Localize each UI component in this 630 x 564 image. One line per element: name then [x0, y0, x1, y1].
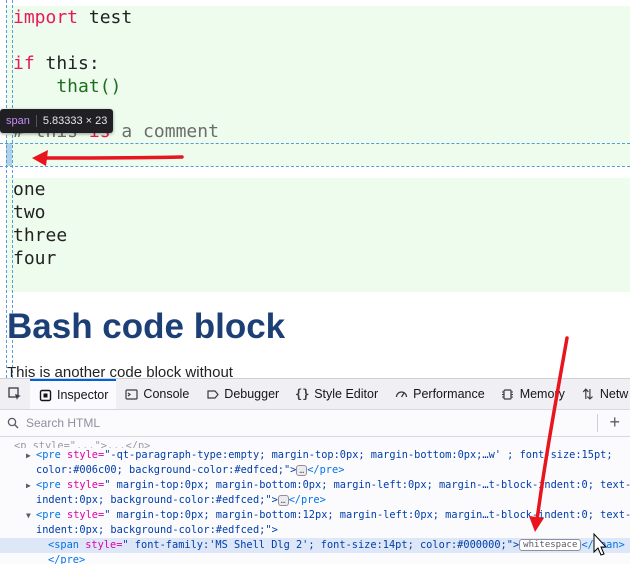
tab-label: Netw — [599, 387, 629, 401]
performance-icon — [394, 387, 408, 401]
tree-row[interactable]: ▶ <pre style="-qt-paragraph-type:empty; m… — [0, 448, 630, 463]
attr-value: " font-family:'MS Shell Dlg 2'; font-siz… — [122, 539, 520, 551]
tree-row-partial[interactable]: <p style="...">...</p> — [0, 439, 630, 448]
attr-value: " margin-top:0px; margin-bottom:12px; ma… — [104, 509, 630, 521]
element-tooltip: span 5.83333 × 23 — [0, 109, 114, 133]
search-html-bar: + — [0, 410, 630, 437]
tab-label: Style Editor — [314, 387, 379, 401]
attr-value: indent:0px; background-color:#edfced;"> — [36, 524, 278, 536]
tab-console[interactable]: Console — [116, 379, 197, 409]
tab-debugger[interactable]: Debugger — [197, 379, 287, 409]
collapse-arrow-icon[interactable]: ▼ — [26, 508, 36, 523]
page-heading: Bash code block — [7, 307, 286, 346]
collapsed-badge[interactable]: … — [277, 494, 289, 506]
expand-arrow-icon[interactable]: ▶ — [26, 448, 36, 463]
page-paragraph: This is another code block without — [7, 364, 233, 378]
tree-row-expanded[interactable]: ▼ <pre style=" margin-top:0px; margin-bot… — [0, 508, 630, 523]
console-icon — [124, 387, 138, 401]
tab-style-editor[interactable]: {} Style Editor — [287, 379, 386, 409]
tab-label: Inspector — [57, 388, 109, 402]
tree-row-selected[interactable]: <span style=" font-family:'MS Shell Dlg … — [0, 538, 630, 553]
comment-text: a comment — [110, 121, 219, 142]
code-line-if: if this: — [13, 52, 100, 75]
network-icon: ⇅ — [581, 385, 594, 402]
tooltip-tag: span — [6, 115, 37, 127]
expand-arrow-icon[interactable]: ▶ — [26, 478, 36, 493]
collapsed-badge[interactable]: … — [296, 464, 308, 476]
attr-value: indent:0px; background-color:#edfced;"> — [36, 494, 278, 506]
tab-network[interactable]: ⇅ Netw — [573, 379, 630, 409]
pick-element-button[interactable] — [0, 379, 30, 409]
guide-line-horizontal — [0, 143, 630, 144]
tree-row[interactable]: ▶ <pre style=" margin-top:0px; margin-bot… — [0, 478, 630, 493]
attr-name: style= — [60, 479, 105, 491]
code-line: one — [13, 179, 46, 200]
guide-line-horizontal — [0, 166, 630, 167]
code-line-import: import test — [13, 6, 132, 29]
rendered-page: import test if this: that() # this is a … — [0, 0, 630, 378]
code-line-call: that() — [13, 76, 122, 97]
tab-label: Performance — [413, 387, 485, 401]
divider — [597, 414, 598, 432]
keyword-import: import — [13, 7, 79, 28]
search-icon — [6, 416, 20, 430]
code-line: three — [13, 225, 68, 246]
tree-row[interactable]: </pre> — [0, 553, 630, 564]
memory-icon — [501, 387, 515, 401]
code-block-python: import test if this: that() # this is a … — [6, 6, 630, 166]
close-tag: </pre> — [307, 464, 345, 476]
tab-inspector[interactable]: Inspector — [30, 379, 117, 409]
devtools-tabbar: Inspector Console Debugger {} Style Edit… — [0, 379, 630, 410]
markup-tree: <p style="...">...</p> ▶ <pre style="-qt-… — [0, 437, 630, 564]
style-editor-icon: {} — [294, 387, 310, 401]
attr-name: style= — [60, 509, 105, 521]
tab-memory[interactable]: Memory — [493, 379, 573, 409]
close-tag: </span> — [581, 539, 625, 551]
tree-row-cont[interactable]: color:#006c00; background-color:#edfced;… — [0, 463, 630, 478]
attr-value: "-qt-paragraph-type:empty; margin-top:0p… — [104, 449, 613, 461]
keyword-if: if — [13, 53, 35, 74]
code-text: this: — [34, 53, 100, 74]
debugger-icon — [205, 387, 219, 401]
row-text: <p style="...">...</p> — [14, 440, 151, 448]
tab-label: Memory — [519, 387, 565, 401]
code-line: two — [13, 202, 46, 223]
tooltip-dimensions: 5.83333 × 23 — [42, 115, 108, 127]
tree-row-cont[interactable]: indent:0px; background-color:#edfced;">…… — [0, 493, 630, 508]
attr-value: color:#006c00; background-color:#edfced;… — [36, 464, 297, 476]
attr-value: " margin-top:0px; margin-bottom:0px; mar… — [104, 479, 630, 491]
whitespace-badge[interactable]: whitespace — [519, 539, 582, 551]
code-block-list: one two three four — [6, 178, 630, 292]
devtools-panel: Inspector Console Debugger {} Style Edit… — [0, 378, 630, 564]
close-tag: </pre> — [288, 494, 326, 506]
search-html-input[interactable] — [24, 415, 528, 431]
tree-row-cont[interactable]: indent:0px; background-color:#edfced;"> — [0, 523, 630, 538]
attr-name: style= — [79, 539, 123, 551]
add-node-button[interactable]: + — [609, 412, 620, 433]
attr-name: style= — [60, 449, 105, 461]
tab-label: Debugger — [224, 387, 280, 401]
code-text: test — [78, 7, 133, 28]
pick-element-icon — [8, 387, 22, 401]
tab-label: Console — [143, 387, 190, 401]
tab-performance[interactable]: Performance — [386, 379, 493, 409]
code-line: four — [13, 248, 57, 269]
inspector-icon — [38, 388, 52, 402]
